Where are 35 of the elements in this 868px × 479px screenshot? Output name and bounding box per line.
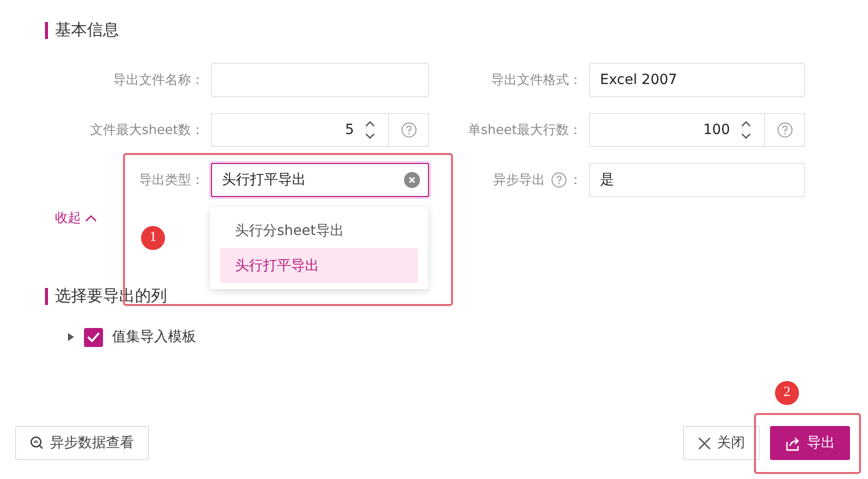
export-button[interactable]: 导出 [770, 426, 850, 460]
chevron-up-icon [85, 214, 97, 222]
help-icon[interactable] [776, 122, 792, 138]
step-badge: 2 [775, 381, 799, 405]
field-label: 异步导出 [493, 172, 545, 189]
number-field[interactable]: 100 [589, 113, 805, 147]
checkbox[interactable] [84, 328, 103, 346]
field-label: 导出文件格式： [491, 72, 582, 89]
close-button[interactable]: 关闭 [683, 426, 760, 460]
dropdown-option[interactable]: 头行打平导出 [220, 248, 418, 283]
async-data-button[interactable]: 异步数据查看 [15, 426, 149, 460]
field-label: 文件最大sheet数： [90, 122, 204, 139]
field-label: 单sheet最大行数： [468, 122, 582, 139]
section-title: 基本信息 [55, 20, 119, 40]
spinner-icon[interactable] [364, 119, 376, 141]
input-field[interactable]: Excel 2007 [589, 63, 805, 97]
number-field[interactable]: 5 [211, 113, 429, 147]
share-icon [785, 436, 801, 450]
collapse-link[interactable]: 收起 [55, 209, 97, 227]
close-icon [698, 436, 711, 450]
field-label: 导出类型： [139, 172, 204, 189]
label-colon: ： [569, 172, 582, 189]
spinner-icon[interactable] [740, 119, 752, 141]
dropdown-option[interactable]: 头行分sheet导出 [220, 213, 418, 248]
clear-icon[interactable] [404, 172, 420, 188]
step-badge: 1 [141, 226, 165, 250]
search-icon [30, 436, 44, 450]
expand-arrow-icon[interactable] [67, 332, 75, 342]
input-field[interactable]: 是 [589, 163, 805, 197]
help-icon[interactable] [400, 122, 416, 138]
help-icon[interactable] [551, 172, 567, 188]
tree-item-label: 值集导入模板 [112, 328, 196, 346]
select-field[interactable]: 头行打平导出 [211, 163, 429, 197]
input-field[interactable] [211, 63, 429, 97]
field-label: 导出文件名称： [113, 72, 204, 89]
